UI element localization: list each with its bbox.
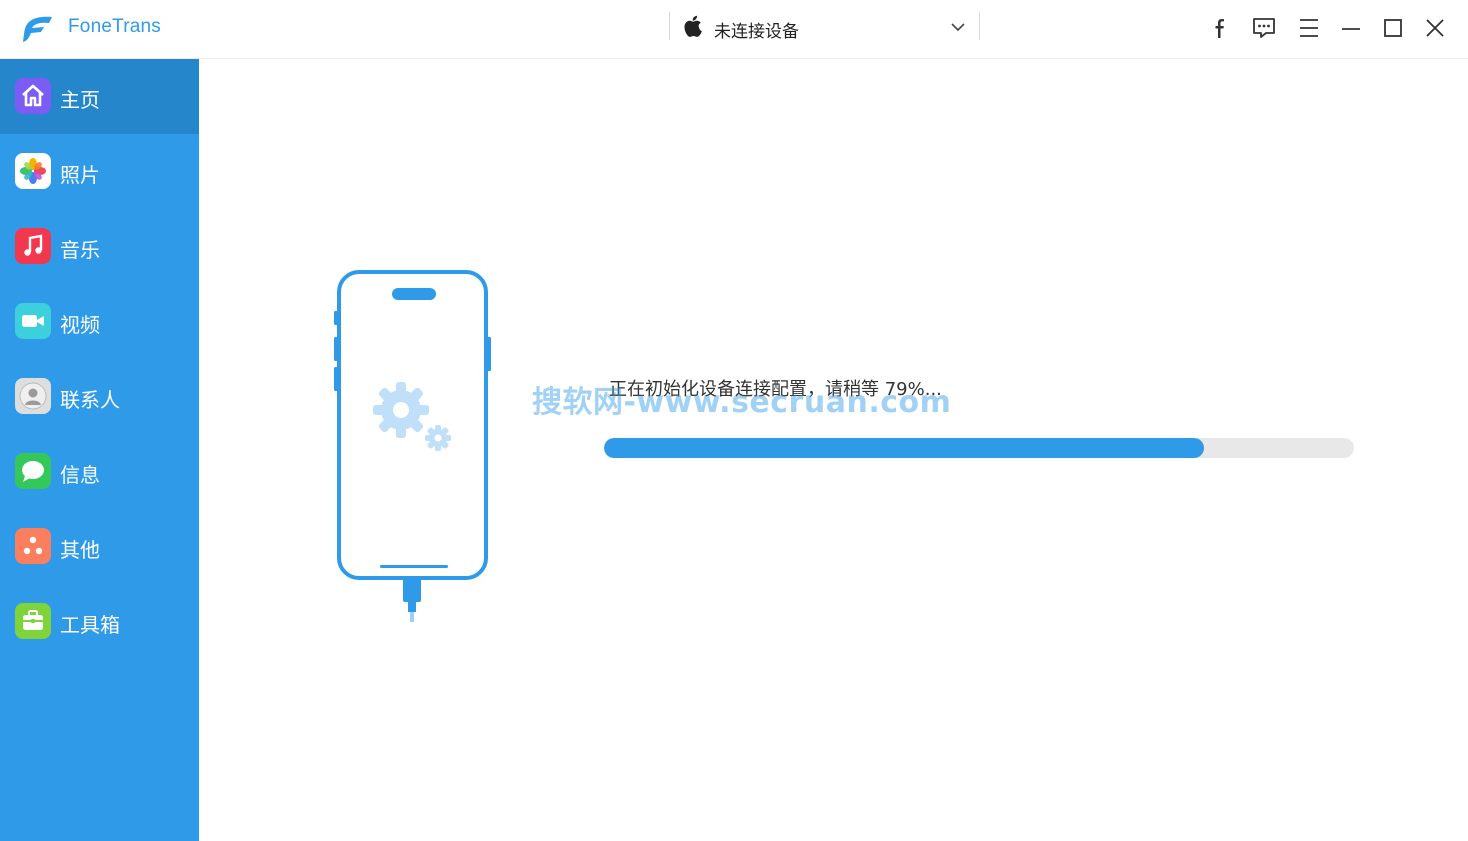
- feedback-button[interactable]: [1249, 14, 1279, 42]
- facebook-icon: [1215, 19, 1224, 38]
- minimize-button[interactable]: [1336, 14, 1366, 42]
- menu-button[interactable]: [1294, 14, 1324, 42]
- facebook-button[interactable]: [1205, 14, 1235, 42]
- feedback-icon: [1253, 18, 1275, 38]
- minimize-icon: [1342, 28, 1360, 30]
- menu-icon: [1300, 19, 1318, 37]
- sidebar-item-home[interactable]: 主页: [0, 59, 199, 134]
- sidebar-item-photos[interactable]: 照片: [0, 134, 199, 209]
- title-bar: FoneTrans 未连接设备: [0, 0, 1468, 59]
- sidebar-item-label: 照片: [60, 163, 100, 187]
- sidebar-item-label: 主页: [60, 88, 100, 112]
- sidebar-item-contacts[interactable]: 联系人: [0, 359, 199, 434]
- maximize-icon: [1384, 19, 1402, 37]
- device-label: 未连接设备: [714, 22, 799, 42]
- maximize-button[interactable]: [1378, 14, 1408, 42]
- divider: [669, 12, 670, 40]
- sidebar-item-label: 视频: [60, 313, 100, 337]
- sidebar-item-music[interactable]: 音乐: [0, 209, 199, 284]
- messages-icon: [15, 453, 51, 489]
- sidebar-item-label: 联系人: [60, 388, 120, 412]
- divider: [979, 12, 980, 40]
- progress-bar: [604, 438, 1354, 458]
- chevron-down-icon: [951, 23, 965, 32]
- sidebar: 主页 照片 音乐 视频 联系人 信息 其他 工具箱: [0, 59, 199, 841]
- sidebar-item-label: 工具箱: [60, 613, 120, 637]
- sidebar-item-video[interactable]: 视频: [0, 284, 199, 359]
- status-text: 正在初始化设备连接配置，请稍等 79%...: [609, 379, 942, 400]
- contacts-icon: [15, 378, 51, 414]
- sidebar-item-label: 其他: [60, 538, 100, 562]
- close-button[interactable]: [1420, 14, 1450, 42]
- toolbox-icon: [15, 603, 51, 639]
- photos-icon: [15, 153, 51, 189]
- app-name: FoneTrans: [68, 16, 161, 37]
- sidebar-item-label: 音乐: [60, 238, 100, 262]
- sidebar-item-toolbox[interactable]: 工具箱: [0, 584, 199, 659]
- sidebar-item-other[interactable]: 其他: [0, 509, 199, 584]
- main-content: 正在初始化设备连接配置，请稍等 79%... 搜软网-www.secruan.c…: [199, 59, 1468, 841]
- music-icon: [15, 228, 51, 264]
- device-selector[interactable]: 未连接设备: [680, 12, 972, 44]
- progress-fill: [604, 438, 1204, 458]
- other-icon: [15, 528, 51, 564]
- sidebar-item-messages[interactable]: 信息: [0, 434, 199, 509]
- fonetrans-logo-icon: [23, 16, 52, 42]
- video-icon: [15, 303, 51, 339]
- home-icon: [15, 78, 51, 114]
- apple-icon: [684, 15, 702, 37]
- sidebar-item-label: 信息: [60, 463, 100, 487]
- close-icon: [1426, 19, 1444, 37]
- phone-connecting-illustration-icon: [334, 270, 491, 622]
